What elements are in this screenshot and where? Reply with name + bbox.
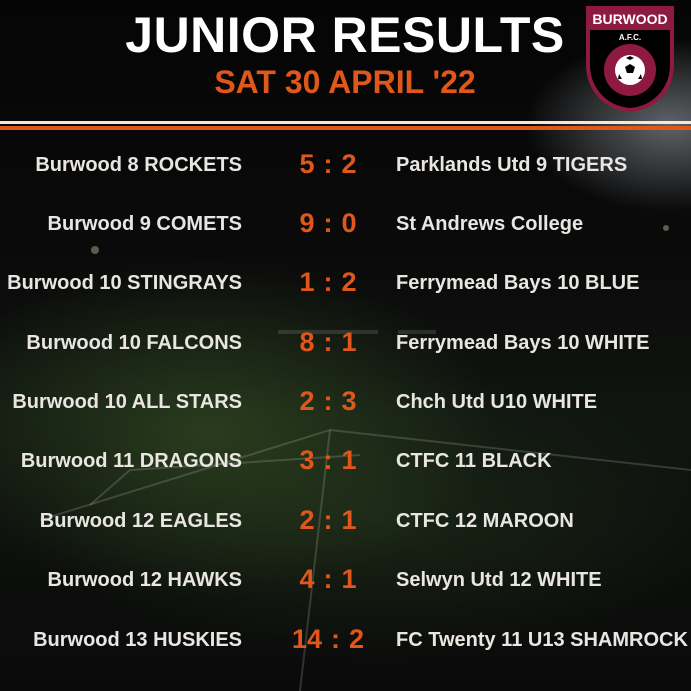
score: 3:1 — [278, 445, 378, 476]
home-score: 2 — [299, 386, 315, 416]
result-row: Burwood 10 FALCONS 8:1 Ferrymead Bays 10… — [0, 326, 691, 366]
home-team: Burwood 13 HUSKIES — [33, 629, 242, 651]
away-score: 2 — [341, 149, 357, 179]
score-separator: : — [323, 386, 333, 416]
score: 8:1 — [278, 327, 378, 358]
score: 1:2 — [278, 267, 378, 298]
away-score: 1 — [341, 327, 357, 357]
result-row: Burwood 10 ALL STARS 2:3 Chch Utd U10 WH… — [0, 385, 691, 425]
away-team: Chch Utd U10 WHITE — [396, 391, 598, 413]
logo-name-text: BURWOOD — [592, 11, 667, 27]
away-score: 2 — [341, 267, 357, 297]
home-team: Burwood 9 COMETS — [47, 213, 242, 235]
away-team: CTFC 12 MAROON — [396, 510, 574, 532]
away-team: Ferrymead Bays 10 WHITE — [396, 332, 650, 354]
score-separator: : — [323, 505, 333, 535]
away-score: 3 — [341, 386, 357, 416]
score-separator: : — [323, 445, 333, 475]
home-team: Burwood 8 ROCKETS — [35, 154, 242, 176]
score-separator: : — [323, 327, 333, 357]
result-row: Burwood 8 ROCKETS 5:2 Parklands Utd 9 TI… — [0, 148, 691, 188]
score-separator: : — [323, 564, 333, 594]
away-team: CTFC 11 BLACK — [396, 450, 552, 472]
home-team: Burwood 11 DRAGONS — [20, 450, 242, 472]
result-row: Burwood 12 HAWKS 4:1 Selwyn Utd 12 WHITE — [0, 563, 691, 603]
away-team: Ferrymead Bays 10 BLUE — [396, 272, 640, 294]
home-score: 2 — [299, 505, 315, 535]
home-score: 9 — [299, 208, 315, 238]
home-score: 8 — [299, 327, 315, 357]
away-score: 1 — [341, 445, 357, 475]
score-separator: : — [323, 208, 333, 238]
score: 9:0 — [278, 208, 378, 239]
home-team: Burwood 10 FALCONS — [26, 332, 242, 354]
away-score: 2 — [349, 624, 365, 654]
score-separator: : — [323, 149, 333, 179]
result-row: Burwood 9 COMETS 9:0 St Andrews College — [0, 207, 691, 247]
home-score: 5 — [299, 149, 315, 179]
header-divider-white — [0, 121, 691, 124]
header-divider-orange — [0, 126, 691, 130]
score: 2:3 — [278, 386, 378, 417]
result-row: Burwood 11 DRAGONS 3:1 CTFC 11 BLACK — [0, 444, 691, 484]
home-score: 4 — [299, 564, 315, 594]
header: JUNIOR RESULTS SAT 30 APRIL '22 BURWOOD … — [0, 0, 691, 118]
page-title: JUNIOR RESULTS — [125, 7, 565, 63]
away-score: 0 — [341, 208, 357, 238]
home-team: Burwood 12 EAGLES — [39, 510, 242, 532]
result-row: Burwood 12 EAGLES 2:1 CTFC 12 MAROON — [0, 504, 691, 544]
home-score: 3 — [299, 445, 315, 475]
burwood-afc-logo: BURWOOD A.F.C. — [586, 6, 674, 113]
away-team: FC Twenty 11 U13 SHAMROCK — [396, 629, 688, 651]
score: 2:1 — [278, 505, 378, 536]
away-score: 1 — [341, 564, 357, 594]
away-team: St Andrews College — [396, 213, 584, 235]
home-score: 14 — [291, 624, 322, 654]
score: 5:2 — [278, 149, 378, 180]
away-team: Selwyn Utd 12 WHITE — [396, 569, 602, 591]
away-team: Parklands Utd 9 TIGERS — [396, 154, 628, 176]
home-team: Burwood 12 HAWKS — [47, 569, 242, 591]
home-team: Burwood 10 STINGRAYS — [7, 272, 242, 294]
match-date: SAT 30 APRIL '22 — [214, 64, 476, 100]
result-row: Burwood 13 HUSKIES 14:2 FC Twenty 11 U13… — [0, 623, 691, 663]
result-row: Burwood 10 STINGRAYS 1:2 Ferrymead Bays … — [0, 266, 691, 306]
results-poster: JUNIOR RESULTS SAT 30 APRIL '22 BURWOOD … — [0, 0, 691, 691]
logo-sub-text: A.F.C. — [619, 33, 641, 42]
score-separator: : — [331, 624, 340, 654]
score: 14:2 — [278, 624, 378, 655]
home-score: 1 — [299, 267, 315, 297]
score-separator: : — [323, 267, 333, 297]
score: 4:1 — [278, 564, 378, 595]
away-score: 1 — [341, 505, 357, 535]
home-team: Burwood 10 ALL STARS — [12, 391, 242, 413]
